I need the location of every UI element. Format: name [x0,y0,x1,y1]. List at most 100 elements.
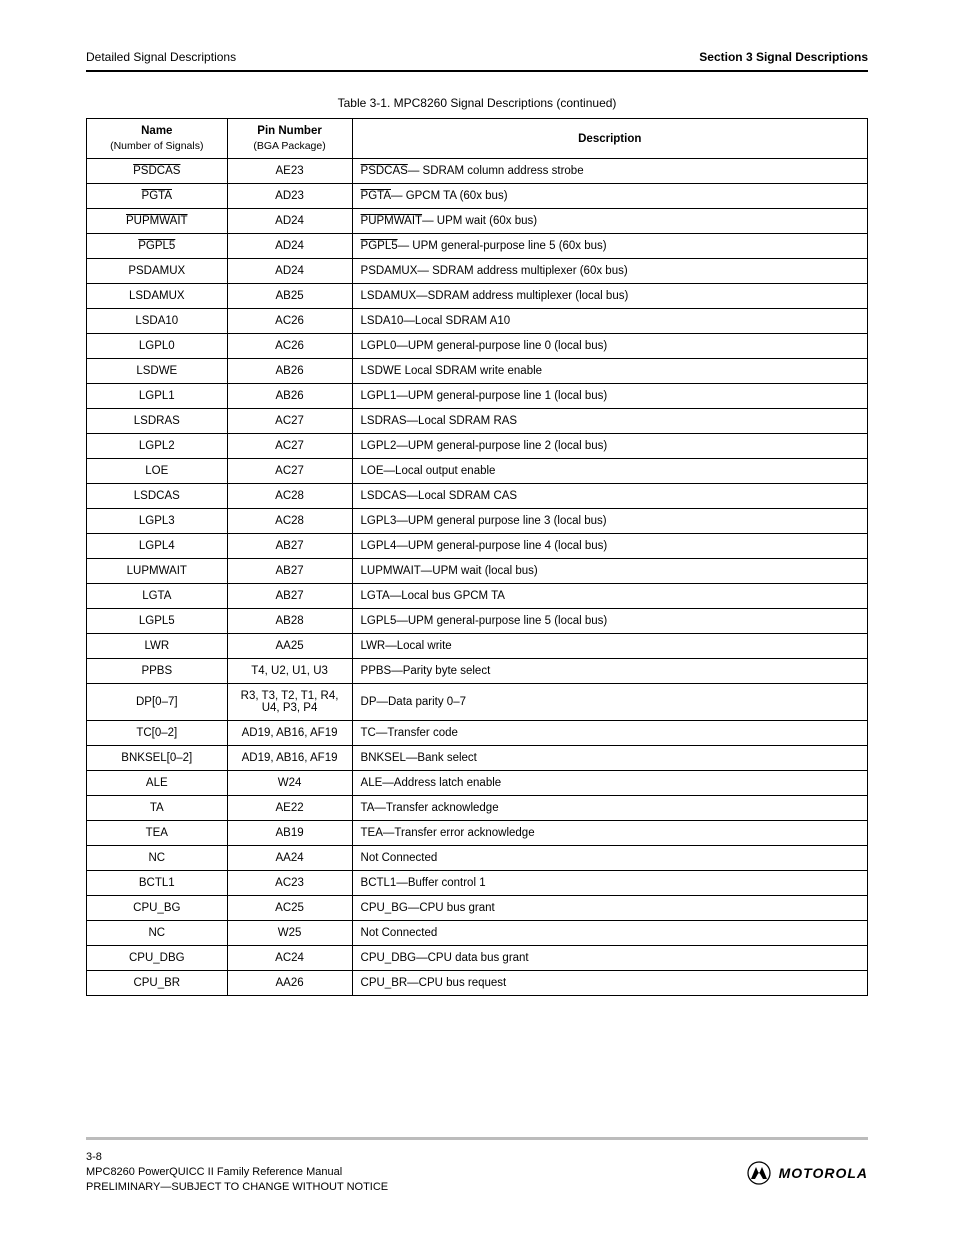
table-row: LGPL5AB28LGPL5—UPM general-purpose line … [87,609,868,634]
cell-name: TC[0–2] [87,721,228,746]
cell-pin: AB26 [227,359,352,384]
table-row: CPU_DBGAC24CPU_DBG—CPU data bus grant [87,946,868,971]
cell-desc: PPBS—Parity byte select [352,659,867,684]
cell-pin: AC27 [227,434,352,459]
cell-pin: AB19 [227,821,352,846]
cell-name: LGPL5 [87,609,228,634]
footer-prelim: PRELIMINARY—SUBJECT TO CHANGE WITHOUT NO… [86,1180,388,1195]
table-row: PGTAAD23PGTA— GPCM TA (60x bus) [87,184,868,209]
cell-name: LSDWE [87,359,228,384]
cell-name: LGPL2 [87,434,228,459]
cell-pin: AB27 [227,584,352,609]
cell-name: LGPL1 [87,384,228,409]
cell-desc: PUPMWAIT— UPM wait (60x bus) [352,209,867,234]
table-row: BNKSEL[0–2]AD19, AB16, AF19BNKSEL—Bank s… [87,746,868,771]
footer-page: 3-8 [86,1150,388,1165]
cell-desc: CPU_BR—CPU bus request [352,971,867,996]
th-pin-sub: (BGA Package) [236,140,344,152]
cell-desc: LGPL0—UPM general-purpose line 0 (local … [352,334,867,359]
cell-desc: LGPL3—UPM general purpose line 3 (local … [352,509,867,534]
cell-pin: AC24 [227,946,352,971]
table-row: CPU_BRAA26CPU_BR—CPU bus request [87,971,868,996]
cell-pin: AC28 [227,484,352,509]
cell-name: CPU_BR [87,971,228,996]
cell-name: LGPL3 [87,509,228,534]
cell-name: LGTA [87,584,228,609]
cell-name: PPBS [87,659,228,684]
cell-desc: Not Connected [352,921,867,946]
table-row: LSDCASAC28LSDCAS—Local SDRAM CAS [87,484,868,509]
table-row: CPU_BGAC25CPU_BG—CPU bus grant [87,896,868,921]
cell-pin: AC23 [227,871,352,896]
cell-pin: AA24 [227,846,352,871]
motorola-batwing-icon [747,1161,771,1185]
cell-desc: PGPL5— UPM general-purpose line 5 (60x b… [352,234,867,259]
cell-pin: AC28 [227,509,352,534]
th-name-main: Name [141,125,172,137]
cell-name: ALE [87,771,228,796]
cell-name: LWR [87,634,228,659]
cell-desc: CPU_BG—CPU bus grant [352,896,867,921]
cell-desc: LSDWE Local SDRAM write enable [352,359,867,384]
table-row: BCTL1AC23BCTL1—Buffer control 1 [87,871,868,896]
table-row: LSDAMUXAB25LSDAMUX—SDRAM address multipl… [87,284,868,309]
cell-name: BNKSEL[0–2] [87,746,228,771]
cell-name: PGTA [87,184,228,209]
cell-name: NC [87,921,228,946]
cell-pin: R3, T3, T2, T1, R4, U4, P3, P4 [227,684,352,721]
cell-name: TEA [87,821,228,846]
cell-desc: LSDAMUX—SDRAM address multiplexer (local… [352,284,867,309]
table-row: TEAAB19TEA—Transfer error acknowledge [87,821,868,846]
cell-pin: AD19, AB16, AF19 [227,721,352,746]
table-row: NCAA24Not Connected [87,846,868,871]
cell-desc: BNKSEL—Bank select [352,746,867,771]
table-row: LWRAA25LWR—Local write [87,634,868,659]
table-row: LGPL2AC27LGPL2—UPM general-purpose line … [87,434,868,459]
cell-pin: AA25 [227,634,352,659]
cell-pin: T4, U2, U1, U3 [227,659,352,684]
table-row: LSDA10AC26LSDA10—Local SDRAM A10 [87,309,868,334]
cell-pin: AB28 [227,609,352,634]
cell-desc: BCTL1—Buffer control 1 [352,871,867,896]
table-row: LGPL0AC26LGPL0—UPM general-purpose line … [87,334,868,359]
th-desc: Description [352,119,867,159]
cell-desc: ALE—Address latch enable [352,771,867,796]
footer-rule [86,1137,868,1140]
cell-desc: LGPL2—UPM general-purpose line 2 (local … [352,434,867,459]
th-name: Name (Number of Signals) [87,119,228,159]
cell-name: LUPMWAIT [87,559,228,584]
cell-name: LSDRAS [87,409,228,434]
footer-title: MPC8260 PowerQUICC II Family Reference M… [86,1165,388,1180]
cell-pin: AB26 [227,384,352,409]
table-row: PUPMWAITAD24PUPMWAIT— UPM wait (60x bus) [87,209,868,234]
cell-pin: AC26 [227,309,352,334]
cell-desc: LUPMWAIT—UPM wait (local bus) [352,559,867,584]
cell-name: DP[0–7] [87,684,228,721]
table-row: TC[0–2]AD19, AB16, AF19TC—Transfer code [87,721,868,746]
table-row: PGPL5AD24PGPL5— UPM general-purpose line… [87,234,868,259]
cell-name: LSDA10 [87,309,228,334]
th-pin: Pin Number (BGA Package) [227,119,352,159]
cell-name: CPU_BG [87,896,228,921]
cell-desc: LOE—Local output enable [352,459,867,484]
cell-pin: AD24 [227,234,352,259]
cell-pin: AB25 [227,284,352,309]
table-row: LUPMWAITAB27LUPMWAIT—UPM wait (local bus… [87,559,868,584]
cell-name: LOE [87,459,228,484]
cell-name: PSDAMUX [87,259,228,284]
cell-name: NC [87,846,228,871]
cell-name: BCTL1 [87,871,228,896]
cell-pin: AC25 [227,896,352,921]
cell-desc: LGPL5—UPM general-purpose line 5 (local … [352,609,867,634]
cell-desc: DP—Data parity 0–7 [352,684,867,721]
table-row: NCW25Not Connected [87,921,868,946]
cell-desc: LSDRAS—Local SDRAM RAS [352,409,867,434]
cell-pin: W25 [227,921,352,946]
table-row: ALEW24ALE—Address latch enable [87,771,868,796]
cell-pin: AD24 [227,209,352,234]
footer-left: 3-8 MPC8260 PowerQUICC II Family Referen… [86,1150,388,1195]
cell-name: LGPL4 [87,534,228,559]
cell-pin: W24 [227,771,352,796]
cell-pin: AA26 [227,971,352,996]
cell-pin: AB27 [227,534,352,559]
